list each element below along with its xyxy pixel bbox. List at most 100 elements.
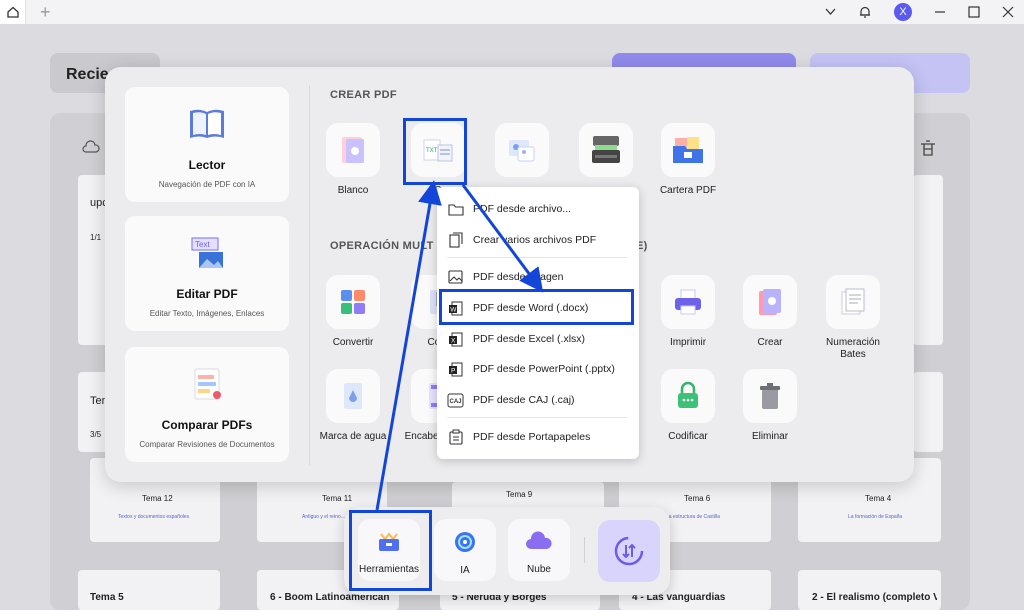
- image-icon: [447, 269, 464, 286]
- portfolio-icon: [673, 137, 703, 163]
- book-icon: [190, 109, 224, 138]
- tool-label: Imprimir: [669, 337, 707, 348]
- menu-divider: [447, 417, 627, 418]
- file-card[interactable]: [913, 175, 943, 345]
- tool-imprimir[interactable]: Imprimir: [653, 275, 723, 349]
- tool-codificar[interactable]: Codificar: [653, 369, 723, 443]
- menu-item-pdf-desde-imagen[interactable]: PDF desde Imagen: [437, 264, 639, 290]
- comparar-pdfs-card[interactable]: Comparar PDFs Comparar Revisiones de Doc…: [125, 347, 289, 462]
- dock-ia[interactable]: IA: [434, 519, 496, 581]
- crear-pdf-dropdown-menu: PDF desde archivo... Crear varios archiv…: [437, 187, 639, 459]
- bottom-dock: Herramientas IA Nube: [344, 507, 670, 595]
- menu-item-pdf-desde-portapapeles[interactable]: PDF desde Portapapeles: [437, 424, 639, 450]
- menu-item-pdf-desde-powerpoint[interactable]: P PDF desde PowerPoint (.pptx): [437, 356, 639, 382]
- blank-page-icon: [342, 137, 364, 163]
- edit-image-icon: Text: [191, 237, 223, 268]
- dock-label: Herramientas: [358, 564, 420, 575]
- tool-crear-escaneado[interactable]: [487, 123, 557, 185]
- trash-icon[interactable]: [918, 138, 938, 158]
- svg-text:Text: Text: [195, 240, 210, 249]
- svg-text:X: X: [451, 337, 456, 344]
- dock-label: IA: [460, 565, 470, 576]
- cloud-icon: [526, 531, 552, 549]
- close-icon[interactable]: [1002, 6, 1014, 18]
- menu-item-pdf-desde-excel[interactable]: X PDF desde Excel (.xlsx): [437, 326, 639, 352]
- editar-pdf-card[interactable]: Text Editar PDF Editar Texto, Imágenes, …: [125, 216, 289, 331]
- card-subtitle: Editar Texto, Imágenes, Enlaces: [149, 309, 265, 318]
- menu-item-pdf-desde-word[interactable]: W PDF desde Word (.docx): [437, 295, 639, 321]
- lock-icon: [678, 381, 698, 408]
- file-card-title: 2 - El realismo (completo V1): [812, 592, 937, 603]
- menu-item-label: PDF desde Excel (.xlsx): [473, 333, 586, 345]
- thumb-title: Tema 11: [322, 494, 353, 503]
- file-card[interactable]: [798, 570, 941, 610]
- tool-label: Convertir: [332, 337, 374, 348]
- tool-convertir[interactable]: Convertir: [318, 275, 388, 349]
- title-bar: + X: [0, 0, 1024, 24]
- file-card[interactable]: [78, 570, 220, 610]
- thumb-title: Tema 4: [865, 494, 892, 503]
- menu-item-label: Crear varios archivos PDF: [473, 234, 597, 246]
- folder-icon: [447, 201, 464, 218]
- new-tab-icon[interactable]: +: [40, 3, 51, 21]
- menu-divider: [447, 257, 627, 258]
- dock-herramientas[interactable]: Herramientas: [358, 519, 420, 581]
- menu-item-pdf-desde-archivo[interactable]: PDF desde archivo...: [437, 196, 639, 222]
- home-tab[interactable]: [0, 0, 26, 24]
- chevron-down-icon[interactable]: [825, 8, 836, 16]
- file-card-title: Tema 5: [90, 592, 124, 603]
- dock-sync-button[interactable]: [598, 520, 660, 582]
- trash-bin-icon: [760, 383, 780, 409]
- excel-icon: X: [447, 331, 464, 348]
- bates-icon: [841, 288, 865, 315]
- dock-nube[interactable]: Nube: [508, 519, 570, 581]
- tool-marca-de-agua[interactable]: Marca de agua: [318, 369, 388, 443]
- menu-item-label: PDF desde archivo...: [473, 203, 572, 215]
- card-subtitle: Comparar Revisiones de Documentos: [139, 440, 275, 449]
- tool-label: Codificar: [668, 431, 708, 442]
- convert-from-icon: TXT: [423, 139, 453, 162]
- tool-label: Eliminar: [751, 431, 789, 442]
- ai-icon: [455, 532, 475, 552]
- avatar[interactable]: X: [894, 3, 912, 21]
- file-card-pages: 1/1: [90, 233, 102, 242]
- svg-text:P: P: [451, 367, 455, 374]
- powerpoint-icon: P: [447, 361, 464, 378]
- menu-item-label: PDF desde CAJ (.caj): [473, 394, 575, 406]
- card-title: Editar PDF: [176, 287, 238, 301]
- operacion-section-title: OPERACIÓN MULT: [330, 240, 434, 252]
- thumb-subtitle: La estructura de Castilla: [666, 514, 720, 520]
- tool-label: Crear: [757, 337, 783, 348]
- cloud-icon[interactable]: [82, 140, 100, 154]
- minimize-icon[interactable]: [934, 6, 946, 18]
- id-card-icon: [509, 140, 535, 162]
- compare-icon: [194, 368, 221, 400]
- menu-item-crear-varios[interactable]: Crear varios archivos PDF: [437, 227, 639, 253]
- tool-crear-desde[interactable]: TXT O: [403, 123, 473, 197]
- toolbox-icon: [379, 532, 399, 551]
- menu-item-label: PDF desde PowerPoint (.pptx): [473, 363, 615, 375]
- bell-icon[interactable]: [858, 5, 872, 19]
- tool-eliminar[interactable]: Eliminar: [735, 369, 805, 443]
- convert-grid-icon: [341, 290, 365, 314]
- file-card[interactable]: [913, 372, 943, 452]
- tool-crear[interactable]: Crear: [735, 275, 805, 349]
- thumb-title: Tema 9: [506, 490, 533, 499]
- maximize-icon[interactable]: [968, 6, 980, 18]
- lector-card[interactable]: Lector Navegación de PDF con IA: [125, 87, 289, 202]
- tool-numeracion-bates[interactable]: Numeración Bates: [818, 275, 888, 361]
- thumb-title: Tema 6: [684, 494, 711, 503]
- menu-item-pdf-desde-caj[interactable]: CAJ PDF desde CAJ (.caj): [437, 387, 639, 413]
- watermark-icon: [344, 383, 362, 409]
- tool-escaner[interactable]: [571, 123, 641, 185]
- tool-cartera-pdf[interactable]: Cartera PDF: [653, 123, 723, 197]
- thumb-subtitle: Textos y documentos españoles: [118, 514, 190, 520]
- caj-icon: CAJ: [447, 392, 464, 409]
- svg-text:CAJ: CAJ: [450, 399, 462, 405]
- tool-blanco[interactable]: Blanco: [318, 123, 388, 197]
- svg-text:W: W: [450, 306, 457, 313]
- thumb-subtitle: Antiguo y el reino...: [302, 514, 345, 520]
- create-icon: [759, 289, 781, 315]
- svg-text:TXT: TXT: [426, 148, 438, 154]
- scanner-icon: [592, 136, 620, 163]
